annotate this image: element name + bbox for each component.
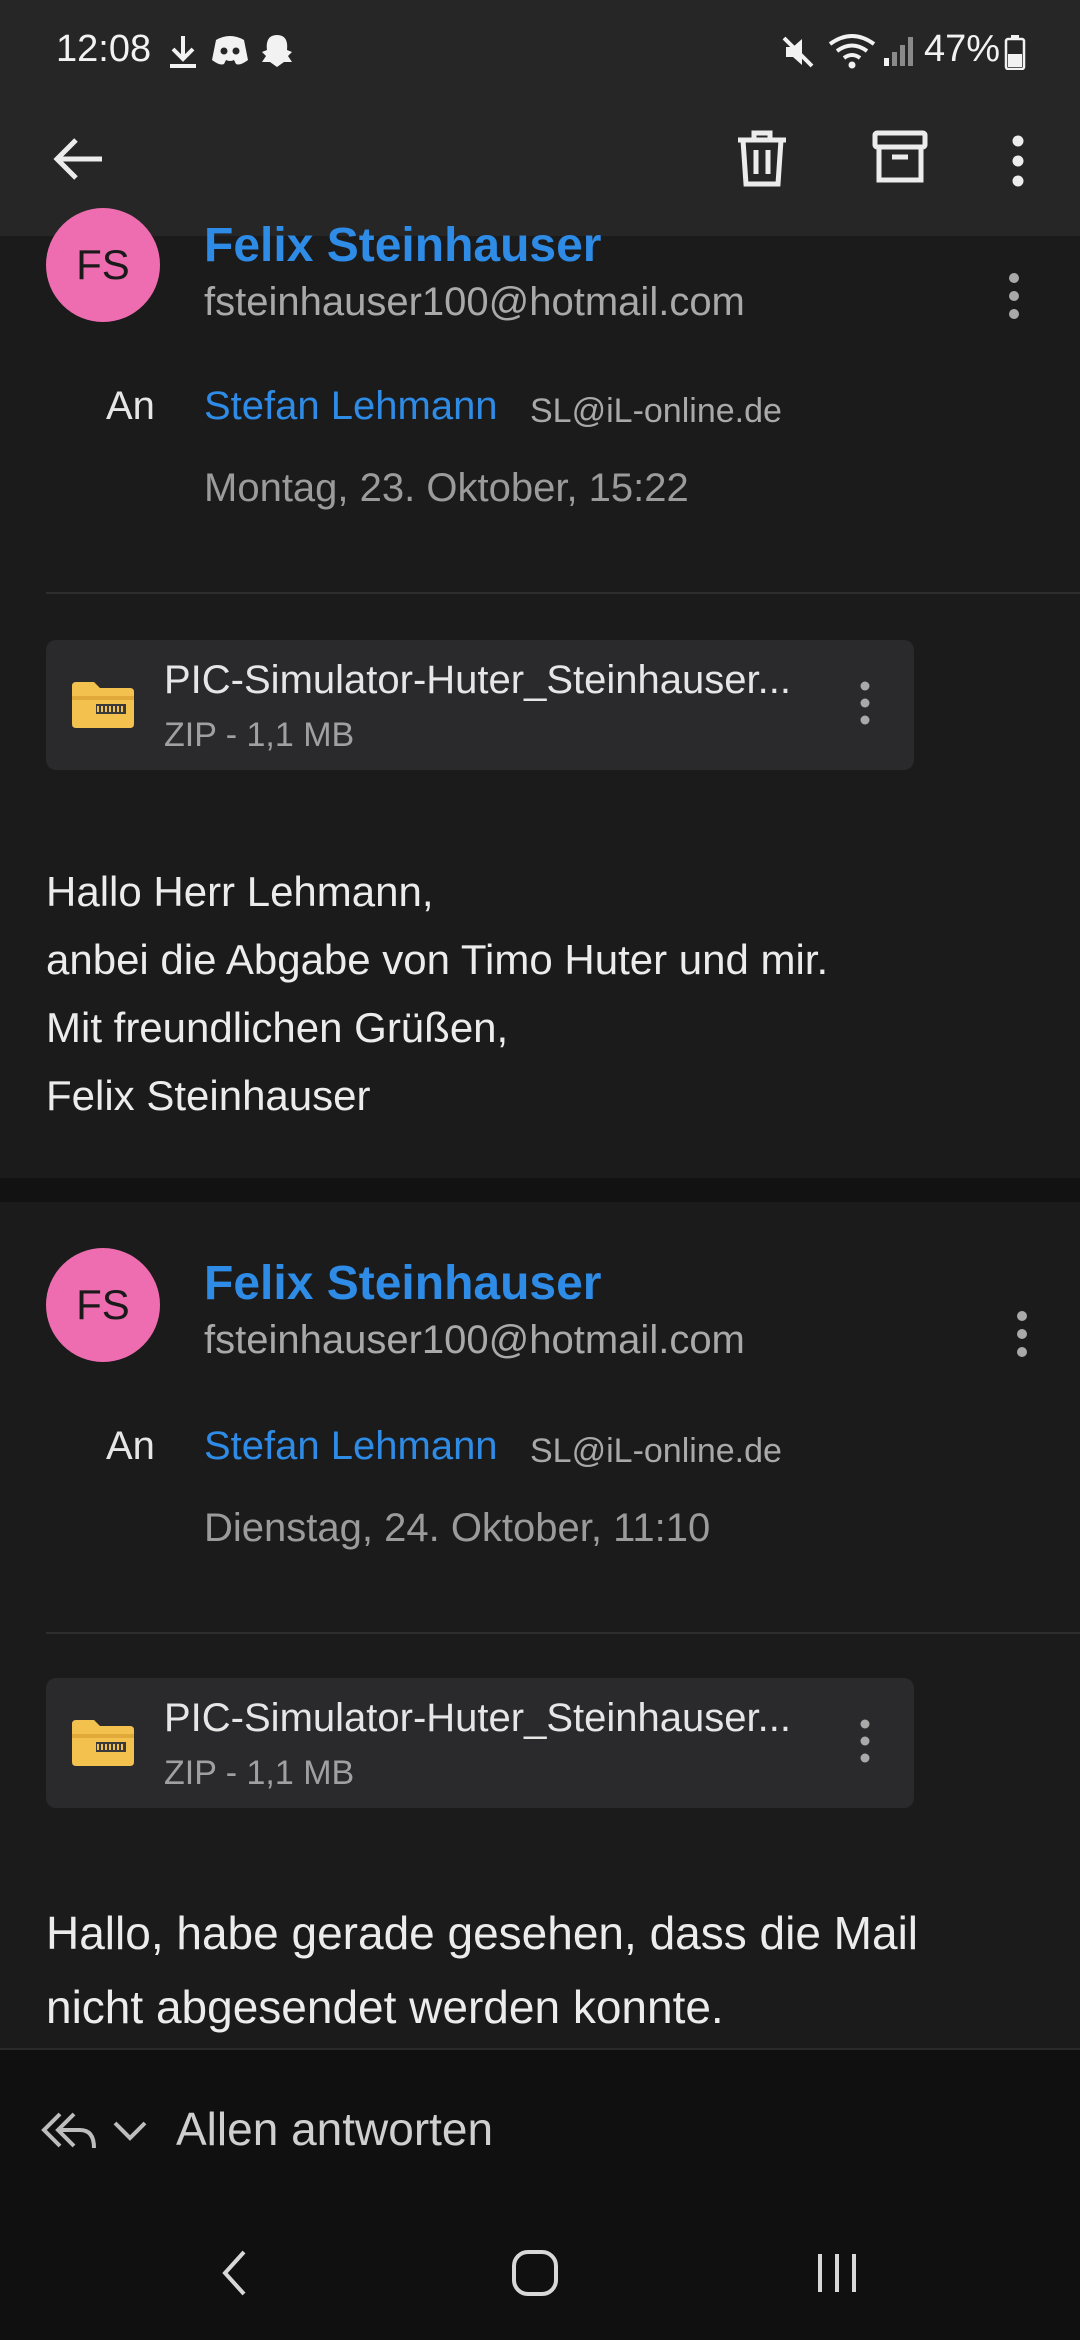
sender-email: fsteinhauser100@hotmail.com (204, 1318, 745, 1362)
recipient-email: SL@iL-online.de (530, 1432, 782, 1470)
attachment-name: PIC-Simulator-Huter_Steinhauser... (164, 658, 791, 702)
nav-home-icon[interactable] (510, 2248, 560, 2298)
download-icon (166, 34, 200, 70)
attachment-card[interactable]: PIC-Simulator-Huter_Steinhauser... ZIP -… (46, 1678, 914, 1808)
body-line: Hallo, habe gerade gesehen, dass die Mai… (46, 1907, 919, 1959)
avatar[interactable]: FS (46, 208, 160, 322)
message-more-icon[interactable] (1006, 272, 1022, 320)
reply-bar: Allen antworten (0, 2048, 1080, 2208)
to-label: An (106, 384, 155, 428)
nav-back-icon[interactable] (220, 2248, 248, 2298)
signal-icon (882, 34, 916, 68)
body-line: Mit freundlichen Grüßen, (46, 1004, 509, 1051)
nav-recents-icon[interactable] (814, 2248, 860, 2298)
message-more-icon[interactable] (1014, 1310, 1030, 1358)
attachment-more-icon[interactable] (858, 1718, 872, 1769)
body-line: Felix Steinhauser (46, 1072, 371, 1119)
top-app-bar (0, 100, 1080, 236)
attachment-meta: ZIP - 1,1 MB (164, 716, 355, 754)
message-separator (0, 1178, 1080, 1202)
zip-folder-icon (70, 680, 136, 735)
message-date: Dienstag, 24. Oktober, 11:10 (204, 1506, 711, 1550)
sender-name: Felix Steinhauser (204, 1257, 602, 1310)
body-line: anbei die Abgabe von Timo Huter und mir. (46, 936, 829, 983)
recipient-email: SL@iL-online.de (530, 392, 782, 430)
chevron-down-icon[interactable] (112, 2120, 148, 2142)
snapchat-icon (258, 32, 296, 70)
mute-icon (780, 34, 816, 70)
discord-icon (210, 34, 250, 68)
message-date: Montag, 23. Oktober, 15:22 (204, 466, 689, 510)
to-label: An (106, 1424, 155, 1468)
attachment-meta: ZIP - 1,1 MB (164, 1754, 355, 1792)
reply-all-icon[interactable] (40, 2110, 98, 2152)
divider (46, 592, 1080, 594)
battery-icon (1004, 34, 1026, 70)
status-bar: 12:08 47% (0, 0, 1080, 100)
archive-icon[interactable] (872, 130, 928, 184)
sender-email: fsteinhauser100@hotmail.com (204, 280, 745, 324)
attachment-name: PIC-Simulator-Huter_Steinhauser... (164, 1696, 791, 1740)
zip-folder-icon (70, 1718, 136, 1773)
wifi-icon (828, 32, 876, 72)
battery-percentage: 47% (924, 28, 1001, 70)
attachment-card[interactable]: PIC-Simulator-Huter_Steinhauser... ZIP -… (46, 640, 914, 770)
body-line: nicht abgesendet werden konnte. (46, 1981, 724, 2033)
back-arrow-icon[interactable] (52, 132, 106, 186)
recipient-name[interactable]: Stefan Lehmann (204, 384, 498, 429)
system-navigation-bar (0, 2208, 1080, 2340)
body-line: Hallo Herr Lehmann, (46, 868, 434, 915)
divider (46, 1632, 1080, 1634)
recipient-name[interactable]: Stefan Lehmann (204, 1424, 498, 1469)
avatar[interactable]: FS (46, 1248, 160, 1362)
reply-all-button[interactable]: Allen antworten (176, 2102, 493, 2156)
sender-name: Felix Steinhauser (204, 219, 602, 272)
more-vert-icon[interactable] (1008, 134, 1028, 188)
trash-icon[interactable] (734, 128, 790, 188)
attachment-more-icon[interactable] (858, 680, 872, 731)
status-time: 12:08 (56, 28, 152, 70)
